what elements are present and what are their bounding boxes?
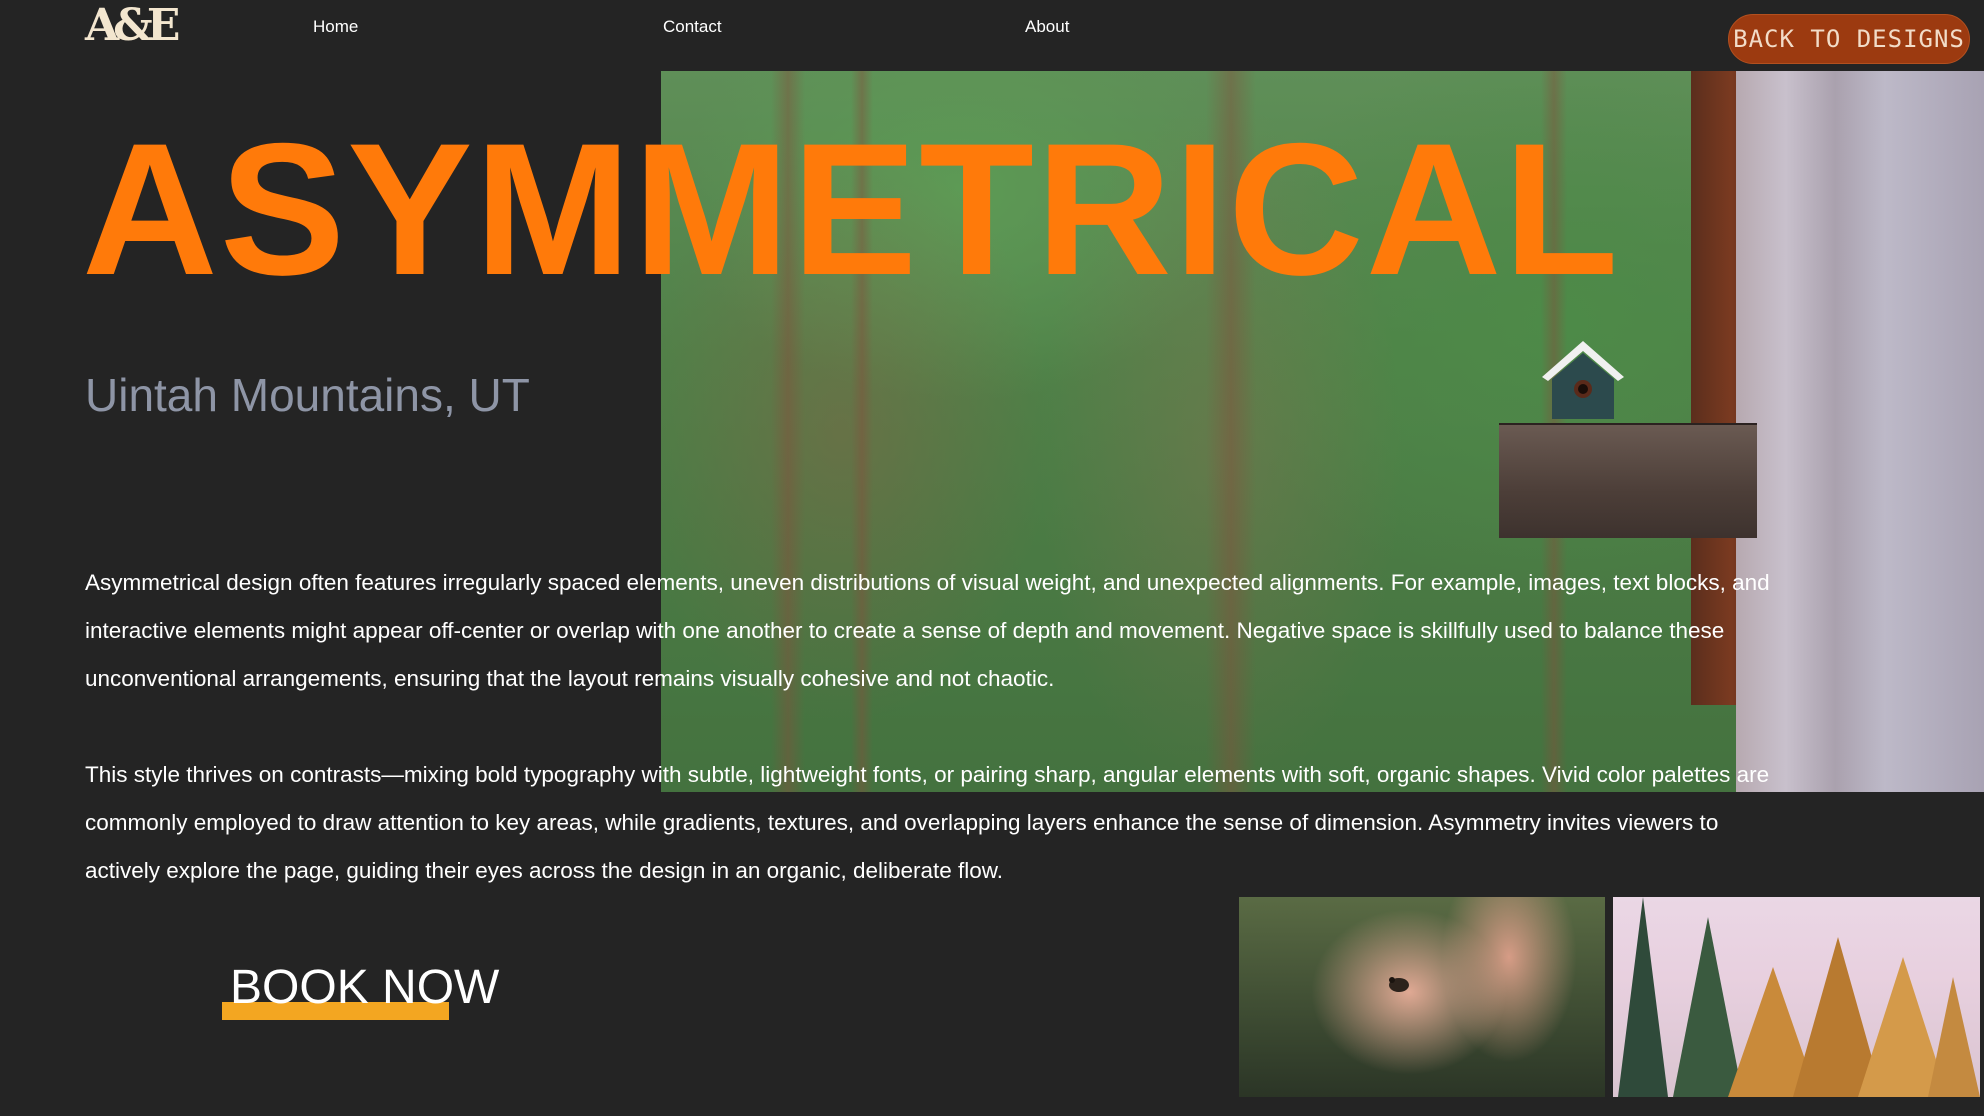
birdhouse-illustration	[1542, 341, 1624, 419]
brand-logo[interactable]: A&E	[85, 4, 180, 48]
hands-frog-photo	[1239, 897, 1605, 1097]
nav-link-home[interactable]: Home	[313, 17, 358, 37]
back-to-designs-button[interactable]: Back to Designs	[1728, 14, 1970, 64]
frog-icon	[1389, 977, 1409, 992]
nav-link-contact[interactable]: Contact	[663, 17, 722, 37]
book-now-label: BOOK NOW	[230, 961, 500, 1014]
pine-trees-photo	[1613, 897, 1980, 1097]
location-subtitle: Uintah Mountains, UT	[85, 369, 530, 421]
description-paragraph-1: Asymmetrical design often features irreg…	[85, 570, 1770, 691]
page-title: ASYMMETRICAL	[82, 104, 1621, 314]
description-paragraph-2: This style thrives on contrasts—mixing b…	[85, 762, 1770, 883]
nav-link-about[interactable]: About	[1025, 17, 1069, 37]
book-now-button[interactable]: BOOK NOW	[222, 964, 512, 1024]
